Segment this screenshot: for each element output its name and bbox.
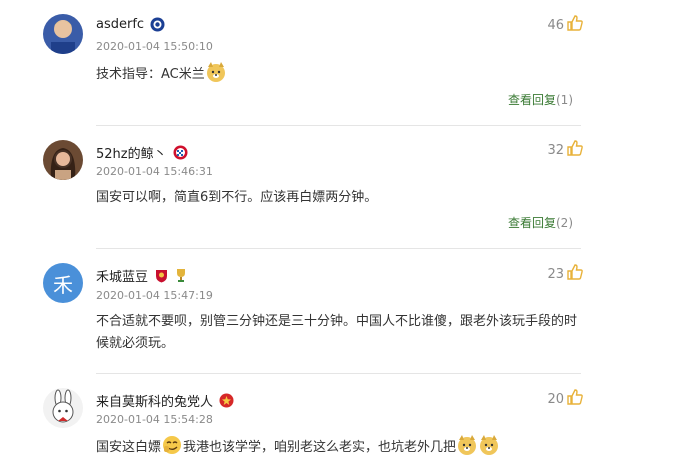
username-text[interactable]: asderfc [96,17,144,32]
doge-emoji-icon [205,61,227,83]
like-button[interactable]: 32 [547,140,583,160]
trophy-icon [175,268,190,283]
divider [96,373,581,374]
username[interactable]: 52hz的鲸丶 [96,143,188,162]
view-replies-label[interactable]: 查看回复 [508,93,556,107]
avatar-initial: 禾 [53,272,73,297]
username[interactable]: 来自莫斯科的兔党人 [96,391,234,410]
username-text[interactable]: 禾城蓝豆 [96,266,148,285]
doge-emoji-icon [478,434,500,456]
divider [96,248,581,249]
timestamp: 2020-01-04 15:50:10 [96,40,213,53]
like-button[interactable]: 23 [547,264,583,284]
timestamp: 2020-01-04 15:46:31 [96,165,213,178]
club-badge-icon [154,268,169,283]
thumbs-up-icon [567,264,583,284]
comment-text: 技术指导：AC米兰 [96,61,596,86]
reply-count: (2) [556,216,573,230]
timestamp: 2020-01-04 15:47:19 [96,289,213,302]
comment-text-content: 技术指导：AC米兰 [96,67,205,82]
thumbs-up-icon [567,389,583,409]
comment-text: 国安这白嫖 我港也该学学，咱别老这么老实，也坑老外几把 [96,434,596,459]
like-button[interactable]: 46 [547,15,583,35]
view-replies-link[interactable]: 查看回复(2) [508,214,573,231]
comment-text-part: 我港也该学学， [183,440,275,455]
divider [96,125,581,126]
shanghai-badge-icon [219,393,234,408]
doge-emoji-icon [456,434,478,456]
like-button[interactable]: 20 [547,389,583,409]
reply-count: (1) [556,93,573,107]
username[interactable]: 禾城蓝豆 [96,266,190,285]
like-count: 20 [547,391,564,407]
comment-text: 国安可以啊，简直6到不行。应该再白嫖两分钟。 [96,190,378,205]
username-text[interactable]: 来自莫斯科的兔党人 [96,391,213,410]
username[interactable]: asderfc [96,17,165,32]
avatar[interactable]: 禾 [43,263,83,303]
avatar[interactable] [43,388,83,428]
username-text[interactable]: 52hz的鲸丶 [96,143,167,162]
comment-text-part: 咱别老这么老实，也坑老外几把 [274,440,457,455]
comment-text: 不合适就不要呗，别管三分钟还是三十分钟。中国人不比谁傻，跟老外该玩手段的时候就必… [96,314,578,351]
view-replies-link[interactable]: 查看回复(1) [508,91,573,108]
chelsea-badge-icon [150,17,165,32]
smirk-emoji-icon [161,434,183,456]
like-count: 32 [547,142,564,158]
timestamp: 2020-01-04 15:54:28 [96,413,213,426]
avatar[interactable] [43,14,83,54]
like-count: 46 [547,17,564,33]
like-count: 23 [547,266,564,282]
view-replies-label[interactable]: 查看回复 [508,216,556,230]
thumbs-up-icon [567,140,583,160]
avatar[interactable] [43,140,83,180]
comment-text-part: 国安这白嫖 [96,440,162,455]
bayern-badge-icon [173,145,188,160]
thumbs-up-icon [567,15,583,35]
